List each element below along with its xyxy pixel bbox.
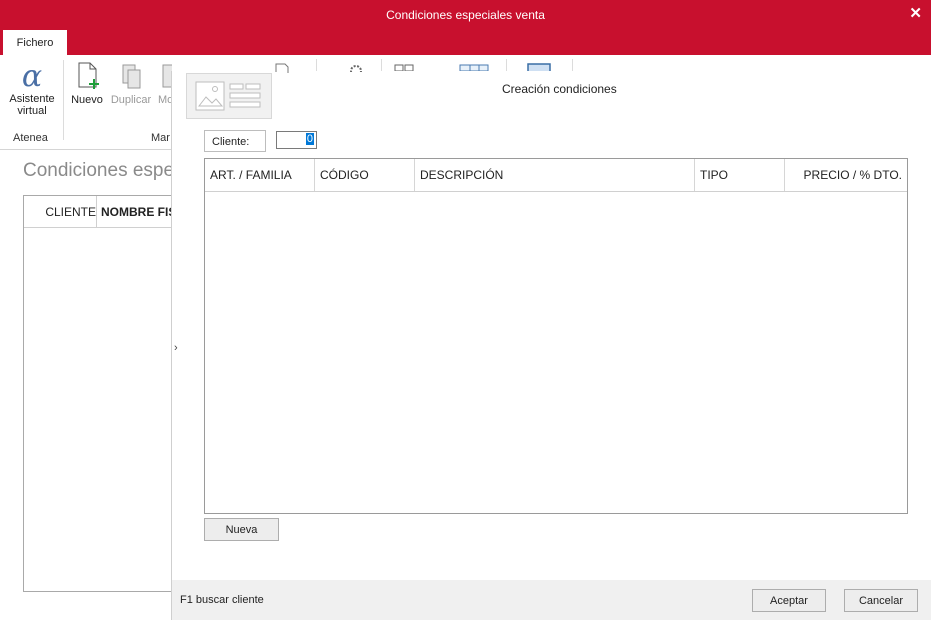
column-header-descripcion[interactable]: DESCRIPCIÓN bbox=[415, 159, 695, 191]
ribbon-overlap-strip bbox=[172, 55, 931, 73]
group-label-atenea: Atenea bbox=[13, 132, 48, 144]
nuevo-label: Nuevo bbox=[71, 94, 103, 106]
group-label-mantenimiento: Mar bbox=[151, 132, 170, 144]
ribbon-tab-strip bbox=[0, 30, 931, 55]
ribbon-separator bbox=[506, 59, 507, 71]
conditions-table: CLIENTE NOMBRE FIS bbox=[23, 195, 185, 592]
cliente-input[interactable]: 0 bbox=[276, 131, 317, 149]
panel-title: Creación condiciones bbox=[502, 82, 617, 96]
nueva-button[interactable]: Nueva bbox=[204, 518, 279, 541]
cliente-input-value: 0 bbox=[305, 133, 314, 145]
cancelar-button[interactable]: Cancelar bbox=[844, 589, 918, 612]
column-header-cliente[interactable]: CLIENTE bbox=[24, 205, 96, 219]
ribbon-separator bbox=[63, 60, 64, 140]
tab-fichero[interactable]: Fichero bbox=[3, 30, 67, 56]
duplicate-icon bbox=[122, 64, 141, 89]
condition-card-icon bbox=[186, 73, 272, 119]
duplicar-button[interactable]: Duplicar bbox=[107, 55, 155, 106]
conditions-grid: ART. / FAMILIA CÓDIGO DESCRIPCIÓN TIPO P… bbox=[204, 158, 908, 514]
gear-icon bbox=[350, 65, 362, 72]
window-icon bbox=[527, 63, 551, 71]
column-header-precio-dto[interactable]: PRECIO / % DTO. bbox=[785, 159, 907, 191]
page-title: Condiciones espe bbox=[23, 160, 175, 181]
close-icon[interactable]: ✕ bbox=[909, 4, 922, 22]
alpha-icon: α bbox=[21, 59, 43, 94]
asistente-label-1: Asistente bbox=[9, 93, 55, 105]
column-header-nombre-fiscal[interactable]: NOMBRE FIS bbox=[101, 205, 176, 219]
cliente-label: Cliente: bbox=[204, 130, 266, 152]
asistente-virtual-button[interactable]: α Asistente virtual bbox=[4, 55, 60, 117]
nuevo-button[interactable]: Nuevo bbox=[68, 55, 106, 106]
aceptar-button[interactable]: Aceptar bbox=[752, 589, 826, 612]
ribbon-separator bbox=[381, 59, 382, 71]
window-title: Condiciones especiales venta bbox=[386, 8, 545, 22]
conditions-table-header: CLIENTE NOMBRE FIS bbox=[24, 196, 184, 228]
ribbon-separator bbox=[572, 59, 573, 71]
column-divider bbox=[96, 196, 97, 227]
f1-hint: F1 buscar cliente bbox=[180, 594, 264, 606]
column-header-tipo[interactable]: TIPO bbox=[695, 159, 785, 191]
column-header-art-familia[interactable]: ART. / FAMILIA bbox=[205, 159, 315, 191]
grid-icon bbox=[394, 64, 414, 71]
collapse-panel-icon[interactable]: › bbox=[174, 342, 178, 354]
ribbon-separator bbox=[316, 59, 317, 71]
ribbon-doc-icon bbox=[275, 63, 289, 73]
new-document-icon bbox=[78, 62, 99, 89]
title-bar: Condiciones especiales venta ✕ bbox=[0, 0, 931, 30]
duplicar-label: Duplicar bbox=[110, 94, 152, 106]
asistente-label-2: virtual bbox=[17, 105, 47, 117]
columns-icon bbox=[459, 64, 489, 71]
column-header-codigo[interactable]: CÓDIGO bbox=[315, 159, 415, 191]
conditions-grid-header: ART. / FAMILIA CÓDIGO DESCRIPCIÓN TIPO P… bbox=[205, 159, 907, 192]
